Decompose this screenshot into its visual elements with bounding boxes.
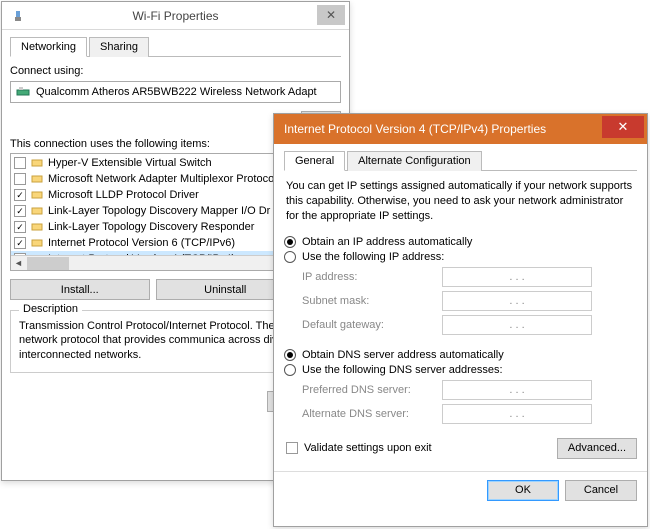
tab-networking[interactable]: Networking — [10, 37, 87, 57]
radio-label: Use the following IP address: — [302, 251, 444, 263]
radio-label: Obtain an IP address automatically — [302, 236, 472, 248]
close-icon[interactable]: ✕ — [317, 5, 345, 25]
scroll-thumb[interactable] — [27, 257, 69, 270]
protocol-icon — [30, 156, 44, 170]
list-item-label: Link-Layer Topology Discovery Responder — [48, 221, 254, 233]
wifi-title: Wi-Fi Properties — [32, 9, 319, 23]
checkbox-icon[interactable]: ✓ — [14, 237, 26, 249]
tab-general[interactable]: General — [284, 151, 345, 171]
checkbox-icon[interactable] — [14, 173, 26, 185]
list-item-label: Internet Protocol Version 6 (TCP/IPv6) — [48, 237, 235, 249]
checkbox-icon[interactable]: ✓ — [14, 189, 26, 201]
wifi-icon — [10, 8, 26, 24]
radio-use-following-ip[interactable]: Use the following IP address: — [284, 251, 637, 263]
description-title: Description — [19, 303, 82, 315]
tab-sharing[interactable]: Sharing — [89, 37, 149, 57]
radio-icon — [284, 236, 296, 248]
list-item-label: Microsoft Network Adapter Multiplexor Pr… — [48, 173, 274, 185]
ipv4-info-text: You can get IP settings assigned automat… — [286, 179, 635, 224]
preferred-dns-label: Preferred DNS server: — [302, 384, 442, 396]
default-gateway-label: Default gateway: — [302, 319, 442, 331]
default-gateway-input: . . . — [442, 315, 592, 335]
close-icon[interactable]: ✕ — [602, 116, 644, 138]
ipv4-ok-button[interactable]: OK — [487, 480, 559, 501]
wifi-tabs: Networking Sharing — [10, 36, 341, 57]
alternate-dns-label: Alternate DNS server: — [302, 408, 442, 420]
radio-icon — [284, 251, 296, 263]
radio-label: Use the following DNS server addresses: — [302, 364, 503, 376]
adapter-field[interactable]: Qualcomm Atheros AR5BWB222 Wireless Netw… — [10, 81, 341, 103]
wifi-titlebar[interactable]: Wi-Fi Properties ✕ — [2, 2, 349, 30]
radio-obtain-ip-auto[interactable]: Obtain an IP address automatically — [284, 236, 637, 248]
tab-alternate-configuration[interactable]: Alternate Configuration — [347, 151, 482, 171]
protocol-icon — [30, 220, 44, 234]
connect-using-label: Connect using: — [10, 65, 341, 77]
install-button[interactable]: Install... — [10, 279, 150, 300]
radio-obtain-dns-auto[interactable]: Obtain DNS server address automatically — [284, 349, 637, 361]
list-item-label: Link-Layer Topology Discovery Mapper I/O… — [48, 205, 270, 217]
radio-label: Obtain DNS server address automatically — [302, 349, 504, 361]
ipv4-properties-window: Internet Protocol Version 4 (TCP/IPv4) P… — [273, 113, 648, 527]
adapter-icon — [15, 84, 31, 100]
adapter-name: Qualcomm Atheros AR5BWB222 Wireless Netw… — [36, 86, 317, 98]
checkbox-icon[interactable]: ✓ — [14, 205, 26, 217]
radio-icon — [284, 349, 296, 361]
checkbox-icon[interactable] — [14, 157, 26, 169]
ipv4-title: Internet Protocol Version 4 (TCP/IPv4) P… — [284, 122, 602, 136]
list-item-label: Hyper-V Extensible Virtual Switch — [48, 157, 212, 169]
protocol-icon — [30, 188, 44, 202]
radio-icon — [284, 364, 296, 376]
ipv4-cancel-button[interactable]: Cancel — [565, 480, 637, 501]
protocol-icon — [30, 236, 44, 250]
checkbox-icon[interactable]: ✓ — [14, 221, 26, 233]
alternate-dns-input: . . . — [442, 404, 592, 424]
advanced-button[interactable]: Advanced... — [557, 438, 637, 459]
protocol-icon — [30, 172, 44, 186]
protocol-icon — [30, 204, 44, 218]
radio-use-following-dns[interactable]: Use the following DNS server addresses: — [284, 364, 637, 376]
checkbox-icon — [286, 442, 298, 454]
ipv4-titlebar[interactable]: Internet Protocol Version 4 (TCP/IPv4) P… — [274, 114, 647, 144]
ip-address-input: . . . — [442, 267, 592, 287]
validate-label: Validate settings upon exit — [304, 442, 432, 454]
validate-checkbox[interactable]: Validate settings upon exit — [286, 442, 432, 454]
scroll-left-icon[interactable]: ◄ — [11, 256, 26, 271]
subnet-mask-label: Subnet mask: — [302, 295, 442, 307]
preferred-dns-input: . . . — [442, 380, 592, 400]
ipv4-body: General Alternate Configuration You can … — [274, 144, 647, 467]
ip-address-label: IP address: — [302, 271, 442, 283]
ipv4-tabs: General Alternate Configuration — [284, 150, 637, 171]
list-item-label: Microsoft LLDP Protocol Driver — [48, 189, 199, 201]
subnet-mask-input: . . . — [442, 291, 592, 311]
